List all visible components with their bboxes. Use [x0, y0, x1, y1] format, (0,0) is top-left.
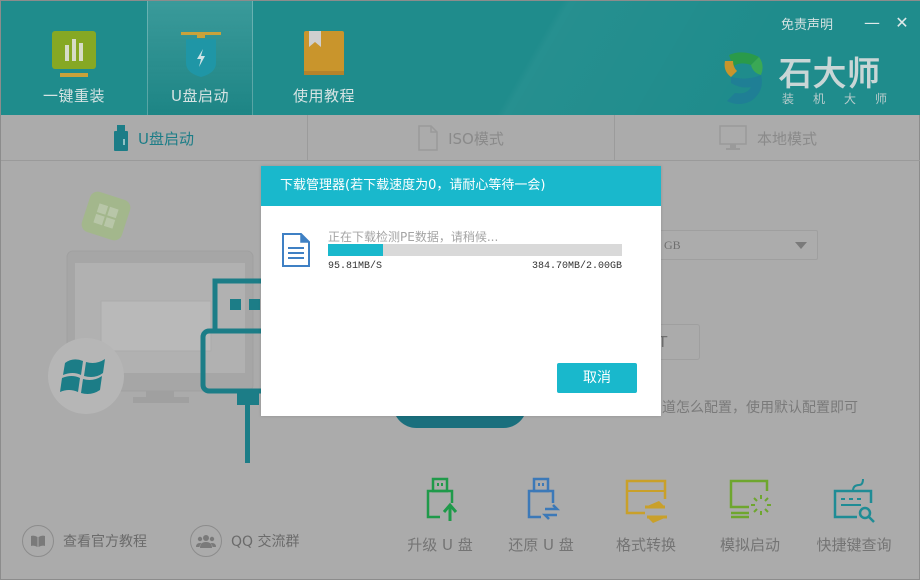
device-select[interactable]: GB [641, 230, 818, 260]
tool-hotkey-lookup[interactable]: 快捷键查询 [809, 477, 899, 557]
header-bar: 一键重装 U盘启动 使用教程 免责声明 — ✕ 石大师 装机大师 [1, 1, 920, 115]
disclaimer-link[interactable]: 免责声明 [781, 14, 833, 33]
tool-format-convert[interactable]: 格式转换 [601, 477, 691, 557]
tool-upgrade-usb[interactable]: 升级 U 盘 [395, 477, 485, 557]
download-status: 正在下载检测PE数据，请稍候... [328, 230, 499, 244]
official-tutorial-link[interactable]: 查看官方教程 [22, 524, 147, 558]
nav-one-click-reinstall[interactable]: 一键重装 [21, 1, 127, 115]
close-button[interactable]: ✕ [891, 13, 913, 33]
tab-local-mode[interactable]: 本地模式 [615, 115, 920, 161]
logo-mark-icon [724, 52, 763, 104]
group-icon [190, 525, 222, 557]
tool-label: 升级 U 盘 [407, 536, 473, 554]
shield-bolt-icon [181, 32, 221, 77]
tab-usb-boot[interactable]: U盘启动 [1, 115, 307, 161]
app-window: 一键重装 U盘启动 使用教程 免责声明 — ✕ 石大师 装机大师 U盘启动 IS… [0, 0, 920, 580]
download-speed: 95.81MB/S [328, 261, 383, 272]
brand-name: 石大师 [779, 54, 881, 93]
chart-bars-icon [52, 31, 96, 77]
windows-badge-icon [81, 191, 131, 241]
keyboard-search-icon [833, 478, 875, 523]
nav-label: 一键重装 [42, 87, 105, 105]
nav-tutorial[interactable]: 使用教程 [271, 1, 377, 115]
book-icon [304, 31, 344, 75]
window-controls: 免责声明 — ✕ [781, 13, 920, 33]
download-manager-dialog: 下载管理器(若下载速度为0，请耐心等待一会) 正在下载检测PE数据，请稍候...… [261, 166, 661, 416]
brand-subtitle: 装机大师 [782, 92, 907, 106]
usb-drive-icon [114, 125, 128, 151]
bottom-link-label: 查看官方教程 [63, 534, 147, 550]
simulate-boot-icon [729, 479, 771, 519]
qq-group-link[interactable]: QQ 交流群 [190, 524, 300, 558]
nav-label: 使用教程 [292, 87, 355, 105]
bottom-link-label: QQ 交流群 [231, 534, 300, 550]
tool-label: 模拟启动 [719, 536, 780, 554]
tool-restore-usb[interactable]: 还原 U 盘 [496, 477, 586, 557]
tool-label: 还原 U 盘 [508, 536, 574, 554]
dialog-title: 下载管理器(若下载速度为0，请耐心等待一会) [261, 166, 661, 206]
usb-boot-illustration [48, 191, 281, 463]
tool-label: 格式转换 [615, 536, 676, 554]
tab-label: U盘启动 [138, 129, 194, 148]
chevron-down-icon [795, 242, 807, 249]
format-convert-icon [625, 479, 667, 523]
file-icon [418, 125, 438, 151]
nav-usb-boot[interactable]: U盘启动 [147, 1, 253, 115]
cancel-button[interactable]: 取消 [557, 363, 637, 393]
mode-tabs: U盘启动 ISO模式 本地模式 [1, 115, 920, 161]
download-item: 正在下载检测PE数据，请稍候... 95.81MB/S 384.70MB/2.0… [281, 228, 641, 278]
nav-label: U盘启动 [171, 87, 229, 105]
usb-restore-icon [527, 477, 561, 520]
tool-label: 快捷键查询 [816, 536, 892, 554]
tab-label: ISO模式 [448, 129, 504, 148]
download-progress-bar [328, 244, 622, 256]
config-hint: 知道怎么配置，使用默认配置即可 [648, 400, 858, 416]
brand-logo: 石大师 装机大师 [719, 47, 889, 107]
minimize-button[interactable]: — [861, 13, 883, 33]
device-select-value: GB [664, 238, 681, 252]
download-size: 384.70MB/2.00GB [531, 261, 622, 272]
document-icon [282, 233, 310, 267]
usb-upgrade-icon [426, 477, 458, 521]
download-progress-fill [328, 244, 384, 256]
monitor-icon [719, 125, 747, 150]
tab-label: 本地模式 [756, 129, 817, 148]
tab-iso-mode[interactable]: ISO模式 [308, 115, 614, 161]
tool-simulate-boot[interactable]: 模拟启动 [705, 477, 795, 557]
book-open-icon [22, 525, 54, 557]
